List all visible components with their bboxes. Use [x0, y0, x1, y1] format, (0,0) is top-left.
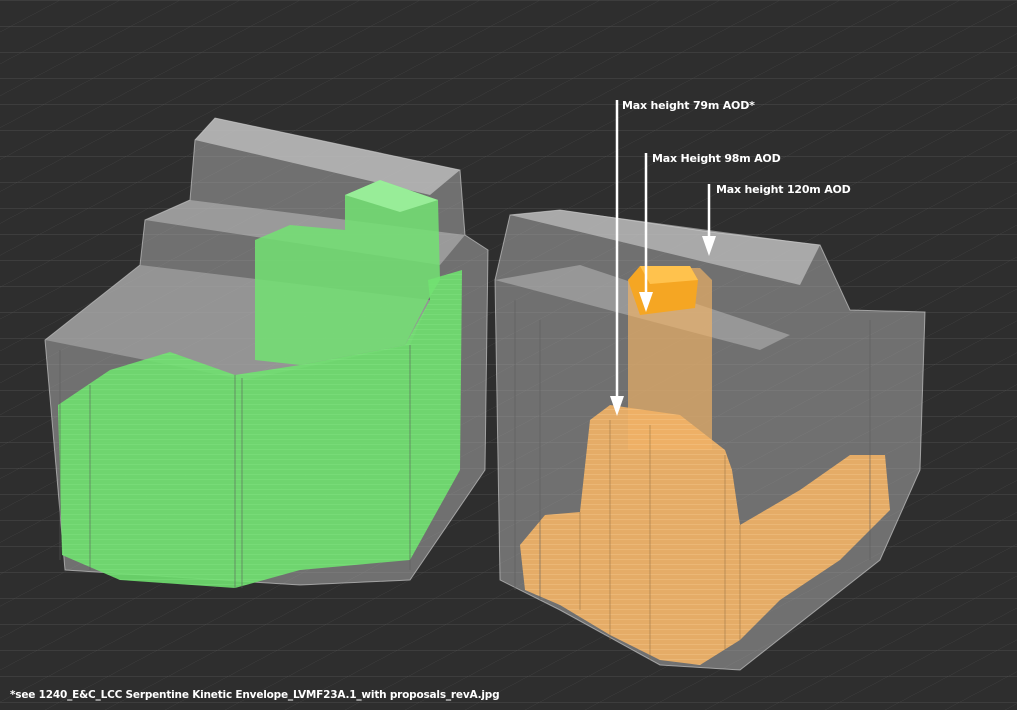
- max-height-120m-label: Max height 120m AOD: [716, 183, 851, 196]
- footnote: *see 1240_E&C_LCC Serpentine Kinetic Env…: [10, 689, 500, 701]
- max-height-79m-label: Max height 79m AOD*: [622, 99, 755, 112]
- massing-diagram: [0, 0, 1017, 710]
- max-height-98m-label: Max Height 98m AOD: [652, 152, 781, 165]
